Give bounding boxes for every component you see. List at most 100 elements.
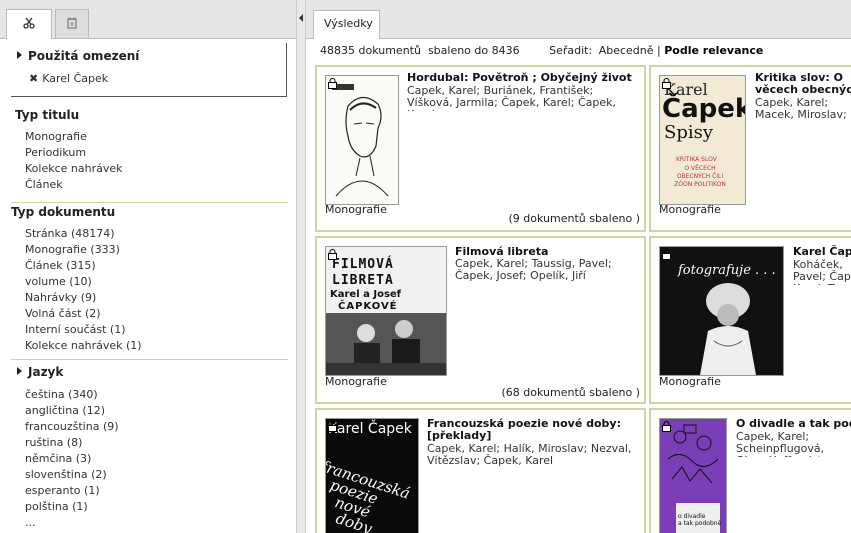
left-tab-bar [0,0,296,39]
book-cover[interactable]: o divadle a tak podobně [659,418,727,533]
jazyk-list: čeština (340) angličtina (12) francouzšt… [25,387,119,531]
tab-facets[interactable] [6,9,52,39]
result-card[interactable]: FILMOVÁ LIBRETA Karel a Josef ČAPKOVÉ Fi… [315,236,646,404]
results-tab-bar: Výsledky [306,0,851,39]
applied-filters-heading[interactable]: Použitá omezení [17,49,139,63]
facet-item[interactable]: Kolekce nahrávek (1) [25,338,142,354]
collapsed-count[interactable]: (9 dokumentů sbaleno ) [508,212,640,225]
results-count: 48835 dokumentů sbaleno do 8436 [320,44,520,57]
typ-dokumentu-heading: Typ dokumentu [11,205,116,219]
applied-filters-box: Použitá omezení ✖ Karel Čapek [11,43,287,97]
result-authors: Čapek, Karel; Buriánek, František; Víško… [407,85,616,111]
result-title[interactable]: Hordubal: Povětroň ; Obyčejný život [407,72,639,84]
facet-item[interactable]: esperanto (1) [25,483,119,499]
facet-item[interactable]: volume (10) [25,274,142,290]
facet-item[interactable]: Nahrávky (9) [25,290,142,306]
cover-title-1: o divadle [678,513,706,520]
result-type: Monografie [659,203,721,216]
divider [11,359,288,360]
facet-item[interactable]: němčina (3) [25,451,119,467]
typ-titulu-list: Monografie Periodikum Kolekce nahrávek Č… [25,129,123,193]
sort-relevance[interactable]: Podle relevance [664,44,763,57]
facet-item[interactable]: angličtina (12) [25,403,119,419]
collapse-left-icon[interactable] [298,14,304,22]
result-type: Monografie [325,203,387,216]
cover-author-line-2: ČAPKOVÉ [338,301,398,312]
result-card[interactable]: Karel Čapek francouzská poezie nové doby… [315,408,646,533]
facet-item[interactable]: Volná část (2) [25,306,142,322]
facet-item[interactable]: Kolekce nahrávek [25,161,123,177]
timeline-icon [67,17,77,29]
result-type: Monografie [659,375,721,388]
facet-item[interactable]: čeština (340) [25,387,119,403]
lock-icon [662,249,671,260]
result-authors: Čapek, Karel; Halík, Miroslav; Nezval, V… [427,443,632,467]
book-cover[interactable]: Karel Čapek Spisy KRITIKA SLOV O VĚCECH … [659,75,746,205]
result-title[interactable]: Francouzská poezie nové doby: [překlady] [427,418,642,442]
book-cover[interactable]: FILMOVÁ LIBRETA Karel a Josef ČAPKOVÉ [325,246,447,376]
divider [11,202,288,203]
result-card[interactable]: fotografuje . . . Karel Čapek fotografuj… [649,236,851,404]
lock-icon [328,249,337,260]
cover-title: fotografuje . . . [678,263,776,278]
lock-icon [328,421,337,432]
result-authors: Koháček, Pavel; Čapek, Karel; Taussig, P… [793,259,851,285]
cover-title-1: FILMOVÁ [332,257,394,272]
lock-icon [328,78,337,89]
tab-timeline[interactable] [55,9,89,38]
cover-subtitle-2: O VĚCECH OBECNÝCH ČILI ZÓON POLITIKON [674,165,726,188]
sort-separator: | [657,44,661,57]
lock-icon [662,78,671,89]
facet-item[interactable]: Interní součást (1) [25,322,142,338]
cover-label: o divadle a tak podobně [676,503,722,533]
typ-dokumentu-list: Stránka (48174) Monografie (333) Článek … [25,226,142,354]
cover-title-2: LIBRETA [332,273,394,288]
facet-more[interactable]: ... [25,515,119,531]
cover-title-2: a tak podobně [678,520,722,527]
facet-item[interactable]: francouzština (9) [25,419,119,435]
result-card[interactable]: Hordubal: Povětroň ; Obyčejný život Čape… [315,65,646,232]
facet-item[interactable]: Monografie [25,129,123,145]
cover-photo [326,313,446,375]
result-title[interactable]: Kritika slov: O věcech obecných čili zóo… [755,72,851,96]
sort-alphabetical[interactable]: Abecedně [599,44,654,57]
result-authors: Čapek, Karel; Scheinpflugová, Olga; Hoff… [736,431,837,457]
cover-author-line: Karel a Josef [330,289,402,300]
collapsed-count[interactable]: (68 dokumentů sbaleno ) [501,386,640,399]
facet-item[interactable]: Monografie (333) [25,242,142,258]
cover-title-block: francouzská poezie nové doby [326,457,418,533]
cover-portrait-drawing [332,84,389,197]
panel-splitter[interactable] [297,0,306,533]
lock-icon [662,421,671,432]
remove-icon[interactable]: ✖ [29,72,38,85]
facet-panel: Použitá omezení ✖ Karel Čapek Typ titulu … [0,0,297,533]
tab-vysledky[interactable]: Výsledky [313,10,380,39]
facet-item[interactable]: Periodikum [25,145,123,161]
facet-item[interactable]: Článek (315) [25,258,142,274]
cover-author: Karel Čapek [328,421,412,437]
facet-item[interactable]: ruština (8) [25,435,119,451]
results-info-bar: 48835 dokumentů sbaleno do 8436 Seřadit:… [320,44,763,57]
facet-item[interactable]: polština (1) [25,499,119,515]
result-authors: Čapek, Karel; Macek, Miroslav; Pohorský,… [755,97,847,121]
result-authors: Čapek, Karel; Taussig, Pavel; Čapek, Jos… [455,258,612,282]
jazyk-heading[interactable]: Jazyk [17,365,63,379]
book-cover[interactable]: fotografuje . . . [659,246,784,376]
result-title[interactable]: Karel Čapek fotografuje [793,246,851,258]
result-card[interactable]: Karel Čapek Spisy KRITIKA SLOV O VĚCECH … [649,65,851,232]
result-type: Monografie [325,375,387,388]
facet-item[interactable]: Článek [25,177,123,193]
facet-item[interactable]: slovenština (2) [25,467,119,483]
sort-label: Seřadit: [549,44,593,57]
book-cover[interactable]: Karel Čapek francouzská poezie nové doby [325,418,419,533]
facet-item[interactable]: Stránka (48174) [25,226,142,242]
result-title[interactable]: Filmová libreta [455,246,635,258]
results-panel: Výsledky 48835 dokumentů sbaleno do 8436… [306,0,851,533]
cover-author-last: Čapek [662,94,746,124]
cover-series: Spisy [664,122,714,143]
result-title[interactable]: O divadle a tak podobně [736,418,851,430]
cover-photo [700,283,756,375]
result-card[interactable]: o divadle a tak podobně O divadle a tak … [649,408,851,533]
applied-filter-karel-capek[interactable]: ✖ Karel Čapek [29,71,108,87]
book-cover[interactable] [325,75,399,205]
